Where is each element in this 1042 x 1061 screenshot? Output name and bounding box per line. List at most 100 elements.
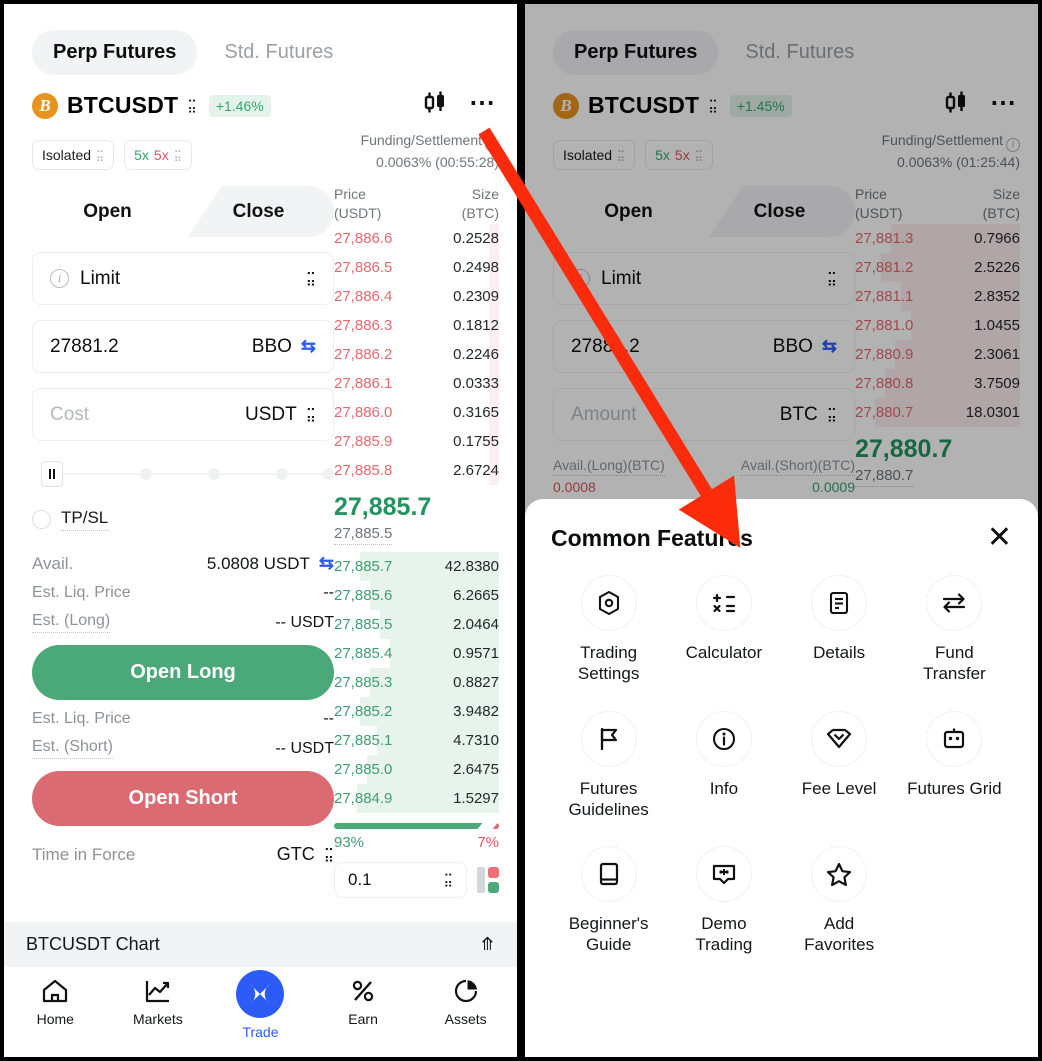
more-options-icon[interactable]: ⋯: [469, 89, 497, 115]
ask-row[interactable]: 27,881.1 2.8352: [855, 282, 1020, 311]
symbol-name[interactable]: BTCUSDT: [67, 92, 178, 119]
order-type-select[interactable]: i Limit ⣭: [32, 252, 334, 305]
amount-slider[interactable]: [32, 461, 334, 487]
bid-row[interactable]: 27,885.7 42.8380: [334, 551, 499, 581]
info-icon[interactable]: i: [485, 137, 499, 152]
ask-row[interactable]: 27,886.2 0.2246: [334, 340, 499, 369]
radio-icon[interactable]: [32, 510, 51, 529]
row-size: 6.2665: [453, 586, 499, 604]
order-type-select[interactable]: i Limit ⣭: [553, 252, 855, 305]
margin-mode-chip[interactable]: Isolated ⣭: [553, 140, 636, 170]
feature-item-futures-guidelines[interactable]: Futures Guidelines: [551, 710, 666, 821]
feature-item-calculator[interactable]: Calculator: [666, 575, 781, 685]
row-size: 2.0464: [453, 615, 499, 633]
leverage-chip[interactable]: 5x 5x ⣭: [645, 140, 713, 170]
tab-std-futures[interactable]: Std. Futures: [724, 30, 875, 75]
chevron-up-icon[interactable]: ⤊: [480, 934, 495, 955]
price-input[interactable]: 27881.2 BBO ⇆: [32, 320, 334, 373]
ask-row[interactable]: 27,881.3 0.7966: [855, 224, 1020, 253]
ask-row[interactable]: 27,880.7 18.0301: [855, 398, 1020, 427]
row-price: 27,885.9: [334, 433, 393, 450]
feature-label: Info: [709, 778, 739, 798]
feature-item-details[interactable]: Details: [782, 575, 897, 685]
row-price: 27,881.1: [855, 288, 914, 305]
tab-open[interactable]: Open: [553, 186, 704, 237]
bid-row[interactable]: 27,885.5 2.0464: [334, 609, 499, 639]
symbol-name[interactable]: BTCUSDT: [588, 92, 699, 119]
leverage-chip[interactable]: 5x 5x ⣭: [124, 140, 192, 170]
candlestick-chart-icon[interactable]: [944, 91, 970, 120]
chevron-down-icon[interactable]: ⣭: [827, 406, 837, 423]
time-in-force-row[interactable]: Time in Force GTC ⣭: [32, 844, 334, 865]
ask-row[interactable]: 27,886.0 0.3165: [334, 398, 499, 427]
margin-mode-chip[interactable]: Isolated ⣭: [32, 140, 115, 170]
slider-tick: [276, 468, 288, 480]
chart-collapse-bar[interactable]: BTCUSDT Chart ⤊: [4, 922, 517, 967]
feature-item-beginner-s-guide[interactable]: Beginner's Guide: [551, 846, 666, 956]
bid-row[interactable]: 27,884.9 1.5297: [334, 783, 499, 813]
chevron-down-icon[interactable]: ⣭: [708, 98, 718, 114]
col-size-label: Size: [471, 185, 499, 202]
nav-label-markets: Markets: [132, 1011, 183, 1027]
nav-item-assets[interactable]: Assets: [414, 977, 517, 1027]
nav-item-earn[interactable]: Earn: [312, 977, 415, 1027]
candlestick-chart-icon[interactable]: [423, 91, 449, 120]
bitcoin-icon: B: [32, 92, 58, 119]
amount-input[interactable]: Amount BTC ⣭: [553, 388, 855, 441]
bid-row[interactable]: 27,885.2 3.9482: [334, 696, 499, 726]
chevron-down-icon[interactable]: ⣭: [187, 98, 197, 114]
tab-perp-futures[interactable]: Perp Futures: [32, 30, 198, 75]
tab-close[interactable]: Close: [704, 186, 855, 237]
ask-row[interactable]: 27,881.2 2.5226: [855, 253, 1020, 282]
ask-row[interactable]: 27,885.8 2.6724: [334, 456, 499, 485]
bid-row[interactable]: 27,885.4 0.9571: [334, 638, 499, 668]
feature-item-fee-level[interactable]: Fee Level: [782, 710, 897, 821]
swap-arrows-icon[interactable]: ⇆: [301, 336, 316, 357]
tab-close[interactable]: Close: [183, 186, 334, 237]
bid-rows: 27,885.7 42.8380 27,885.6 6.2665 27,885.5 2.0…: [334, 551, 499, 813]
funding-label: Funding/Settlement: [360, 132, 482, 148]
open-long-button[interactable]: Open Long: [32, 645, 334, 700]
ask-row[interactable]: 27,886.1 0.0333: [334, 369, 499, 398]
close-icon[interactable]: ✕: [987, 523, 1012, 553]
chevron-down-icon[interactable]: ⣭: [306, 406, 316, 423]
bbo-label[interactable]: BBO: [773, 336, 813, 358]
open-short-button[interactable]: Open Short: [32, 771, 334, 826]
tpsl-toggle[interactable]: TP/SL: [32, 508, 334, 531]
price-input[interactable]: 27881.2 BBO ⇆: [553, 320, 855, 373]
ask-row[interactable]: 27,886.5 0.2498: [334, 253, 499, 282]
ask-row[interactable]: 27,885.9 0.1755: [334, 427, 499, 456]
swap-arrows-icon[interactable]: ⇆: [319, 553, 334, 574]
ask-row[interactable]: 27,881.0 1.0455: [855, 311, 1020, 340]
bbo-label[interactable]: BBO: [252, 336, 292, 358]
depth-view-toggle[interactable]: [477, 866, 499, 893]
swap-arrows-icon[interactable]: ⇆: [822, 336, 837, 357]
feature-item-futures-grid[interactable]: Futures Grid: [897, 710, 1012, 821]
tick-size-select[interactable]: 0.1 ⣭: [334, 861, 467, 898]
ask-row[interactable]: 27,886.4 0.2309: [334, 282, 499, 311]
bid-row[interactable]: 27,885.0 2.6475: [334, 754, 499, 784]
ask-row[interactable]: 27,886.6 0.2528: [334, 224, 499, 253]
feature-item-demo-trading[interactable]: Demo Trading: [666, 846, 781, 956]
bid-row[interactable]: 27,885.1 4.7310: [334, 725, 499, 755]
bid-row[interactable]: 27,885.6 6.2665: [334, 580, 499, 610]
ask-row[interactable]: 27,880.8 3.7509: [855, 369, 1020, 398]
bid-row[interactable]: 27,885.3 0.8827: [334, 667, 499, 697]
nav-item-markets[interactable]: Markets: [107, 977, 210, 1027]
tab-open[interactable]: Open: [32, 186, 183, 237]
feature-item-fund-transfer[interactable]: Fund Transfer: [897, 575, 1012, 685]
feature-item-trading-settings[interactable]: Trading Settings: [551, 575, 666, 685]
feature-item-add-favorites[interactable]: Add Favorites: [782, 846, 897, 956]
info-icon[interactable]: i: [1006, 137, 1020, 152]
chevron-down-icon: ⣭: [694, 149, 703, 162]
feature-item-info[interactable]: Info: [666, 710, 781, 821]
nav-item-home[interactable]: Home: [4, 977, 107, 1027]
tab-perp-futures[interactable]: Perp Futures: [553, 30, 719, 75]
cost-input[interactable]: Cost USDT ⣭: [32, 388, 334, 441]
ask-row[interactable]: 27,886.3 0.1812: [334, 311, 499, 340]
more-options-icon[interactable]: ⋯: [990, 89, 1018, 115]
slider-handle[interactable]: [41, 461, 63, 487]
nav-item-trade[interactable]: Trade: [209, 970, 312, 1040]
tab-std-futures[interactable]: Std. Futures: [203, 30, 354, 75]
ask-row[interactable]: 27,880.9 2.3061: [855, 340, 1020, 369]
